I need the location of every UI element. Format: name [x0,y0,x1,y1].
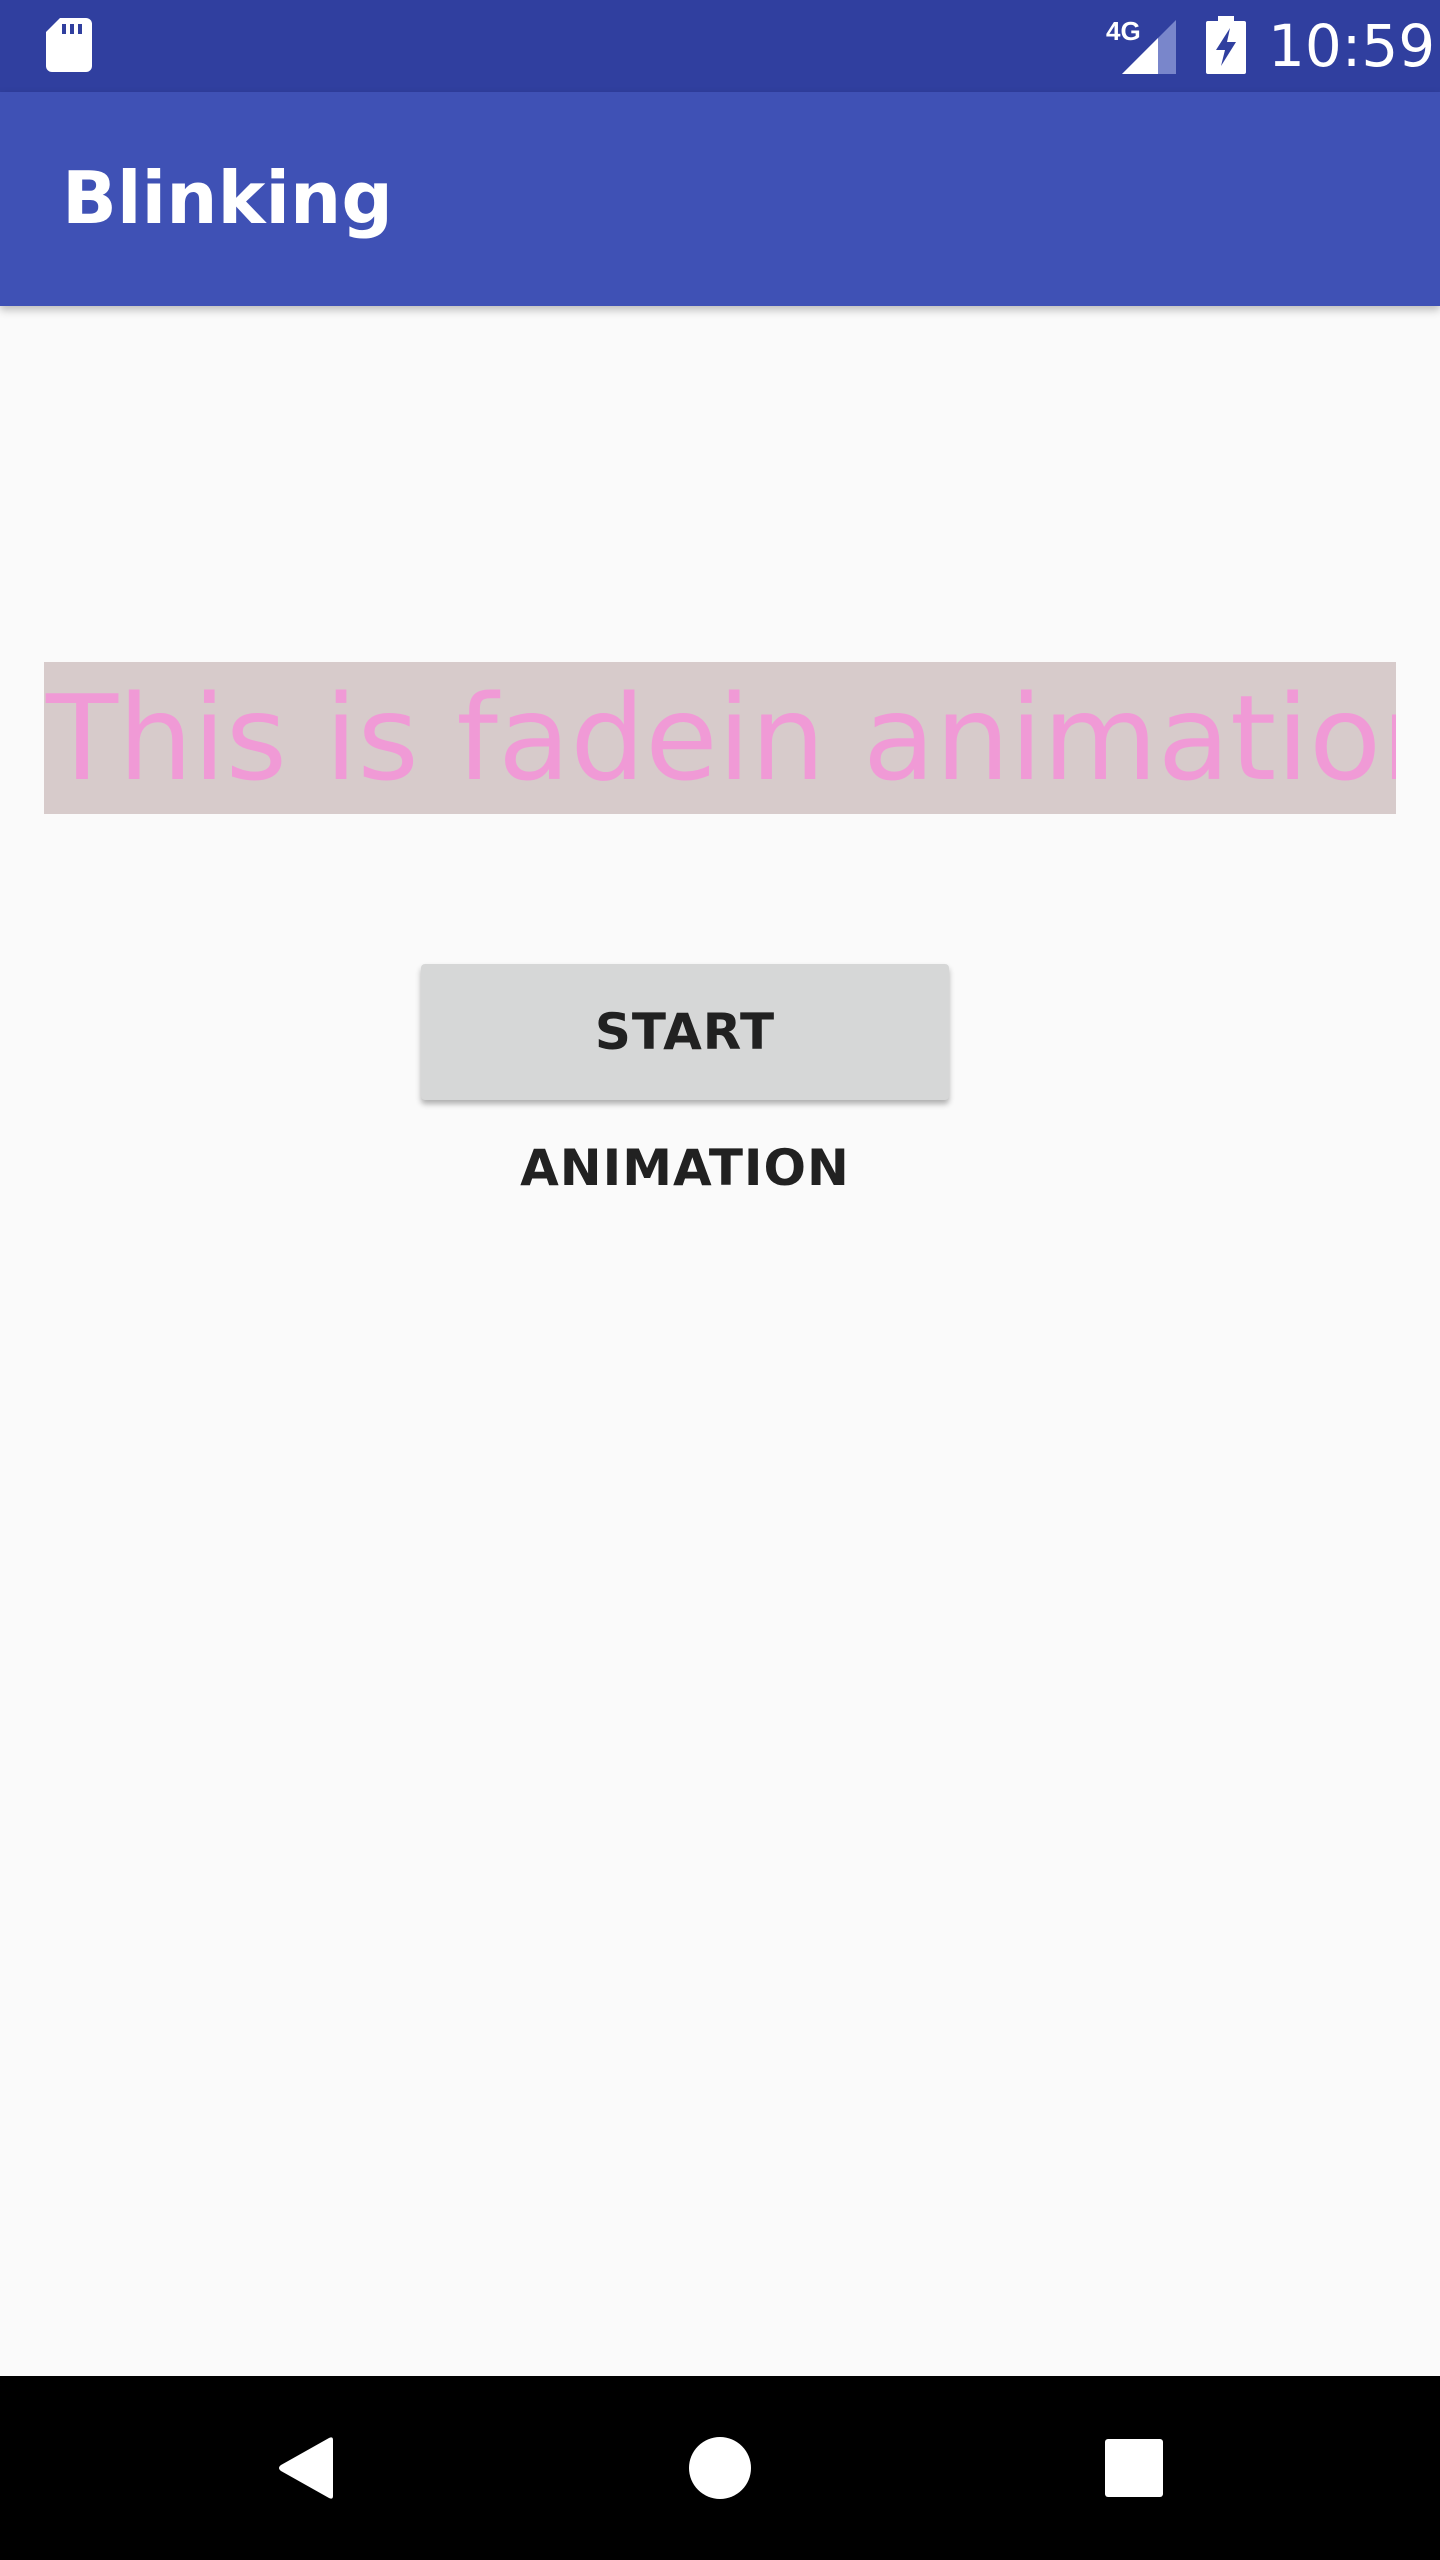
home-button[interactable] [640,2376,800,2560]
fade-animation-text: This is fadein animation [44,662,1396,814]
app-title: Blinking [62,156,393,240]
status-bar: 4G 10:59 [0,0,1440,92]
battery-charging-icon [1206,16,1246,74]
clock: 10:59 [1268,12,1436,80]
back-icon [279,2437,333,2499]
signal-icon [1122,20,1176,74]
home-icon [689,2437,751,2499]
back-button[interactable] [226,2376,386,2560]
sd-card-icon [46,18,92,72]
navigation-bar [0,2376,1440,2560]
start-animation-button[interactable]: START ANIMATION [421,964,949,1197]
recents-icon [1105,2439,1163,2497]
app-bar: Blinking [0,92,1440,306]
recents-button[interactable] [1054,2376,1214,2560]
